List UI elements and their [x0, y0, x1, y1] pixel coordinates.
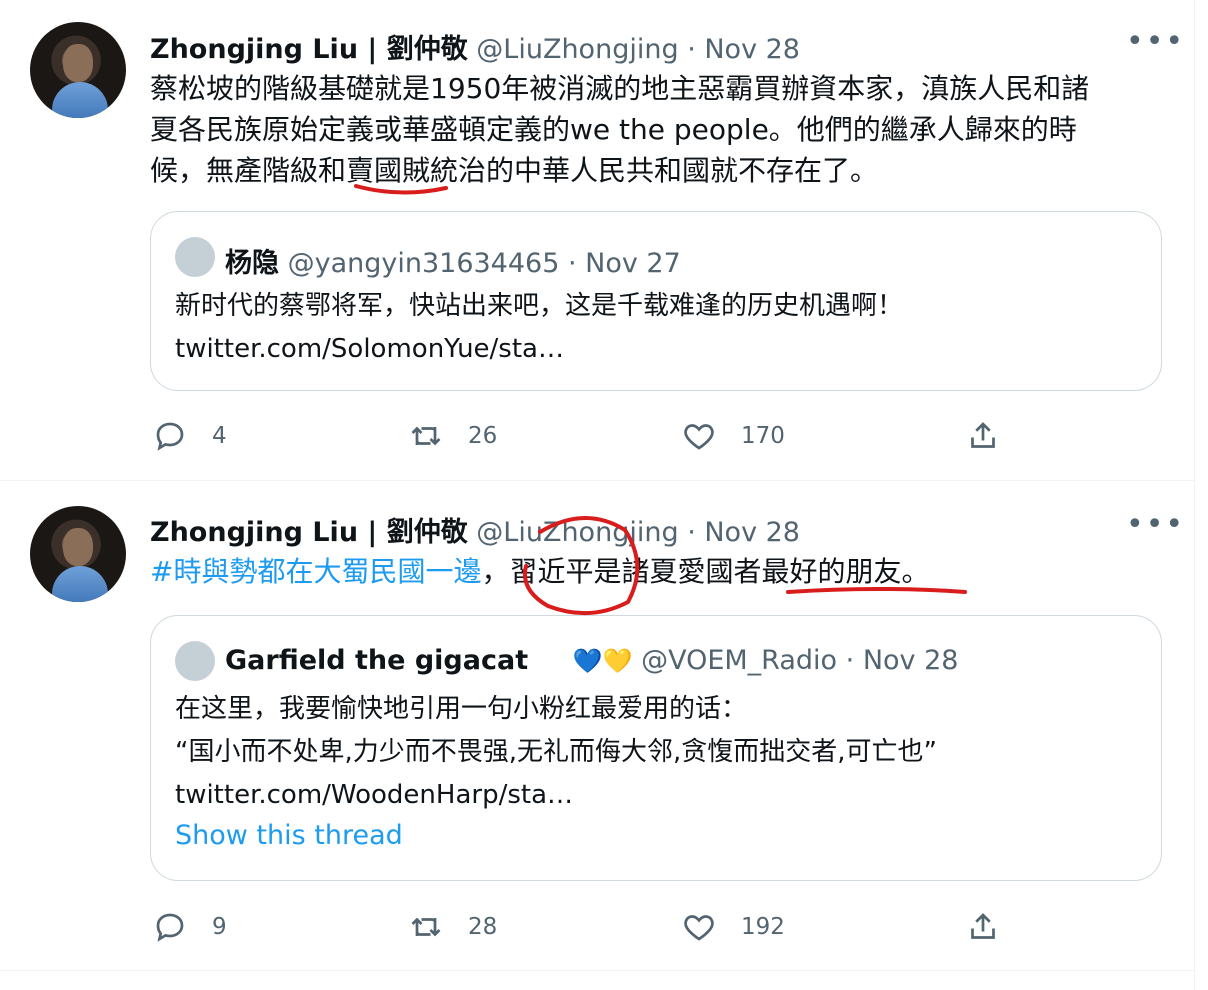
tweet-text-line: 蔡松坡的階級基礎就是1950年被消滅的地主惡霸買辦資本家，滇族人民和諸 — [150, 72, 1090, 105]
author-name[interactable]: Zhongjing Liu | 劉仲敬 — [150, 34, 468, 65]
share-icon — [971, 913, 995, 939]
quoted-text-line: 在这里，我要愉快地引用一句小粉红最爱用的话： — [175, 694, 748, 724]
tweet-date[interactable]: · Nov 28 — [687, 517, 800, 548]
reply-button[interactable]: 9 — [152, 909, 227, 945]
quoted-link[interactable]: twitter.com/WoodenHarp/sta… — [175, 774, 1135, 817]
like-count: 192 — [741, 914, 785, 940]
retweet-icon — [411, 917, 441, 937]
quoted-text-line: “国小而不处卑,力少而不畏强,无礼而侮大邻,贪愎而拙交者,可亡也” — [175, 737, 937, 767]
retweet-count: 26 — [468, 423, 498, 449]
like-count: 170 — [741, 423, 785, 449]
retweet-icon — [411, 426, 441, 446]
quoted-tweet[interactable]: 杨隐 @yangyin31634465 · Nov 27 新时代的蔡鄂将军，快站… — [150, 211, 1162, 391]
like-button[interactable]: 192 — [681, 909, 785, 945]
timeline-right-border — [1194, 0, 1195, 990]
quoted-tweet-header: 杨隐 @yangyin31634465 · Nov 27 — [225, 241, 681, 280]
tweet-text-line: 候，無產階級和賣國賊統治的中華人民共和國就不存在了。 — [150, 154, 879, 187]
reply-icon — [156, 913, 184, 942]
quoted-tweet-date: · Nov 28 — [845, 645, 959, 676]
reply-icon — [156, 422, 184, 451]
retweet-button[interactable]: 28 — [408, 909, 497, 945]
tweet-date[interactable]: · Nov 28 — [687, 34, 800, 65]
tweet-divider — [0, 970, 1194, 971]
tweet-text: #時與勢都在大蜀民國一邊，習近平是諸夏愛國者最好的朋友。 — [150, 551, 1160, 592]
tweet-header: Zhongjing Liu | 劉仲敬 @LiuZhongjing · Nov … — [150, 27, 800, 66]
quoted-tweet-date: · Nov 27 — [567, 248, 681, 279]
quoted-author-avatar — [175, 237, 215, 277]
quoted-author-handle: @VOEM_Radio — [641, 645, 838, 676]
share-button[interactable] — [965, 418, 1025, 454]
tweet-text-line: 夏各民族原始定義或華盛頓定義的we the people。他們的繼承人歸來的時 — [150, 113, 1077, 146]
show-thread-link[interactable]: Show this thread — [175, 820, 403, 851]
quoted-author-name: 杨隐 — [225, 248, 279, 279]
retweet-count: 28 — [468, 914, 498, 940]
author-handle[interactable]: @LiuZhongjing — [476, 517, 678, 548]
quoted-link[interactable]: twitter.com/SolomonYue/sta… — [175, 328, 1135, 371]
quoted-tweet-text: 在这里，我要愉快地引用一句小粉红最爱用的话： “国小而不处卑,力少而不畏强,无礼… — [175, 688, 1135, 817]
author-avatar[interactable] — [30, 22, 126, 118]
author-avatar[interactable] — [30, 506, 126, 602]
share-icon — [971, 422, 995, 448]
like-icon — [684, 915, 714, 941]
hashtag-link[interactable]: #時與勢都在大蜀民國一邊 — [150, 555, 481, 588]
quoted-text-line: 新时代的蔡鄂将军，快站出来吧，这是千载难逢的历史机遇啊！ — [175, 291, 904, 321]
heart-emojis: 💙💛 — [572, 647, 633, 675]
tweet[interactable]: Zhongjing Liu | 劉仲敬 @LiuZhongjing · Nov … — [0, 481, 1194, 970]
quoted-tweet-header: Garfield the gigacat 💙💛 @VOEM_Radio · No… — [225, 645, 958, 676]
reply-count: 9 — [212, 914, 227, 940]
quoted-tweet[interactable]: Garfield the gigacat 💙💛 @VOEM_Radio · No… — [150, 615, 1162, 881]
more-icon[interactable]: ••• — [1126, 24, 1185, 59]
tweet-text-rest: ，習近平是諸夏愛國者最好的朋友。 — [481, 555, 930, 588]
like-button[interactable]: 170 — [681, 418, 785, 454]
more-icon[interactable]: ••• — [1126, 507, 1185, 542]
share-button[interactable] — [965, 909, 1025, 945]
quoted-author-handle: @yangyin31634465 — [287, 248, 560, 279]
like-icon — [684, 424, 714, 450]
quoted-author-avatar — [175, 641, 215, 681]
tweet[interactable]: Zhongjing Liu | 劉仲敬 @LiuZhongjing · Nov … — [0, 0, 1194, 480]
reply-count: 4 — [212, 423, 227, 449]
reply-button[interactable]: 4 — [152, 418, 227, 454]
retweet-button[interactable]: 26 — [408, 418, 497, 454]
tweet-text: 蔡松坡的階級基礎就是1950年被消滅的地主惡霸買辦資本家，滇族人民和諸 夏各民族… — [150, 68, 1160, 191]
tweet-header: Zhongjing Liu | 劉仲敬 @LiuZhongjing · Nov … — [150, 510, 800, 549]
quoted-author-name: Garfield the gigacat — [225, 645, 529, 676]
quoted-tweet-text: 新时代的蔡鄂将军，快站出来吧，这是千载难逢的历史机遇啊！ twitter.com… — [175, 285, 1135, 371]
author-handle[interactable]: @LiuZhongjing — [476, 34, 678, 65]
author-name[interactable]: Zhongjing Liu | 劉仲敬 — [150, 517, 468, 548]
